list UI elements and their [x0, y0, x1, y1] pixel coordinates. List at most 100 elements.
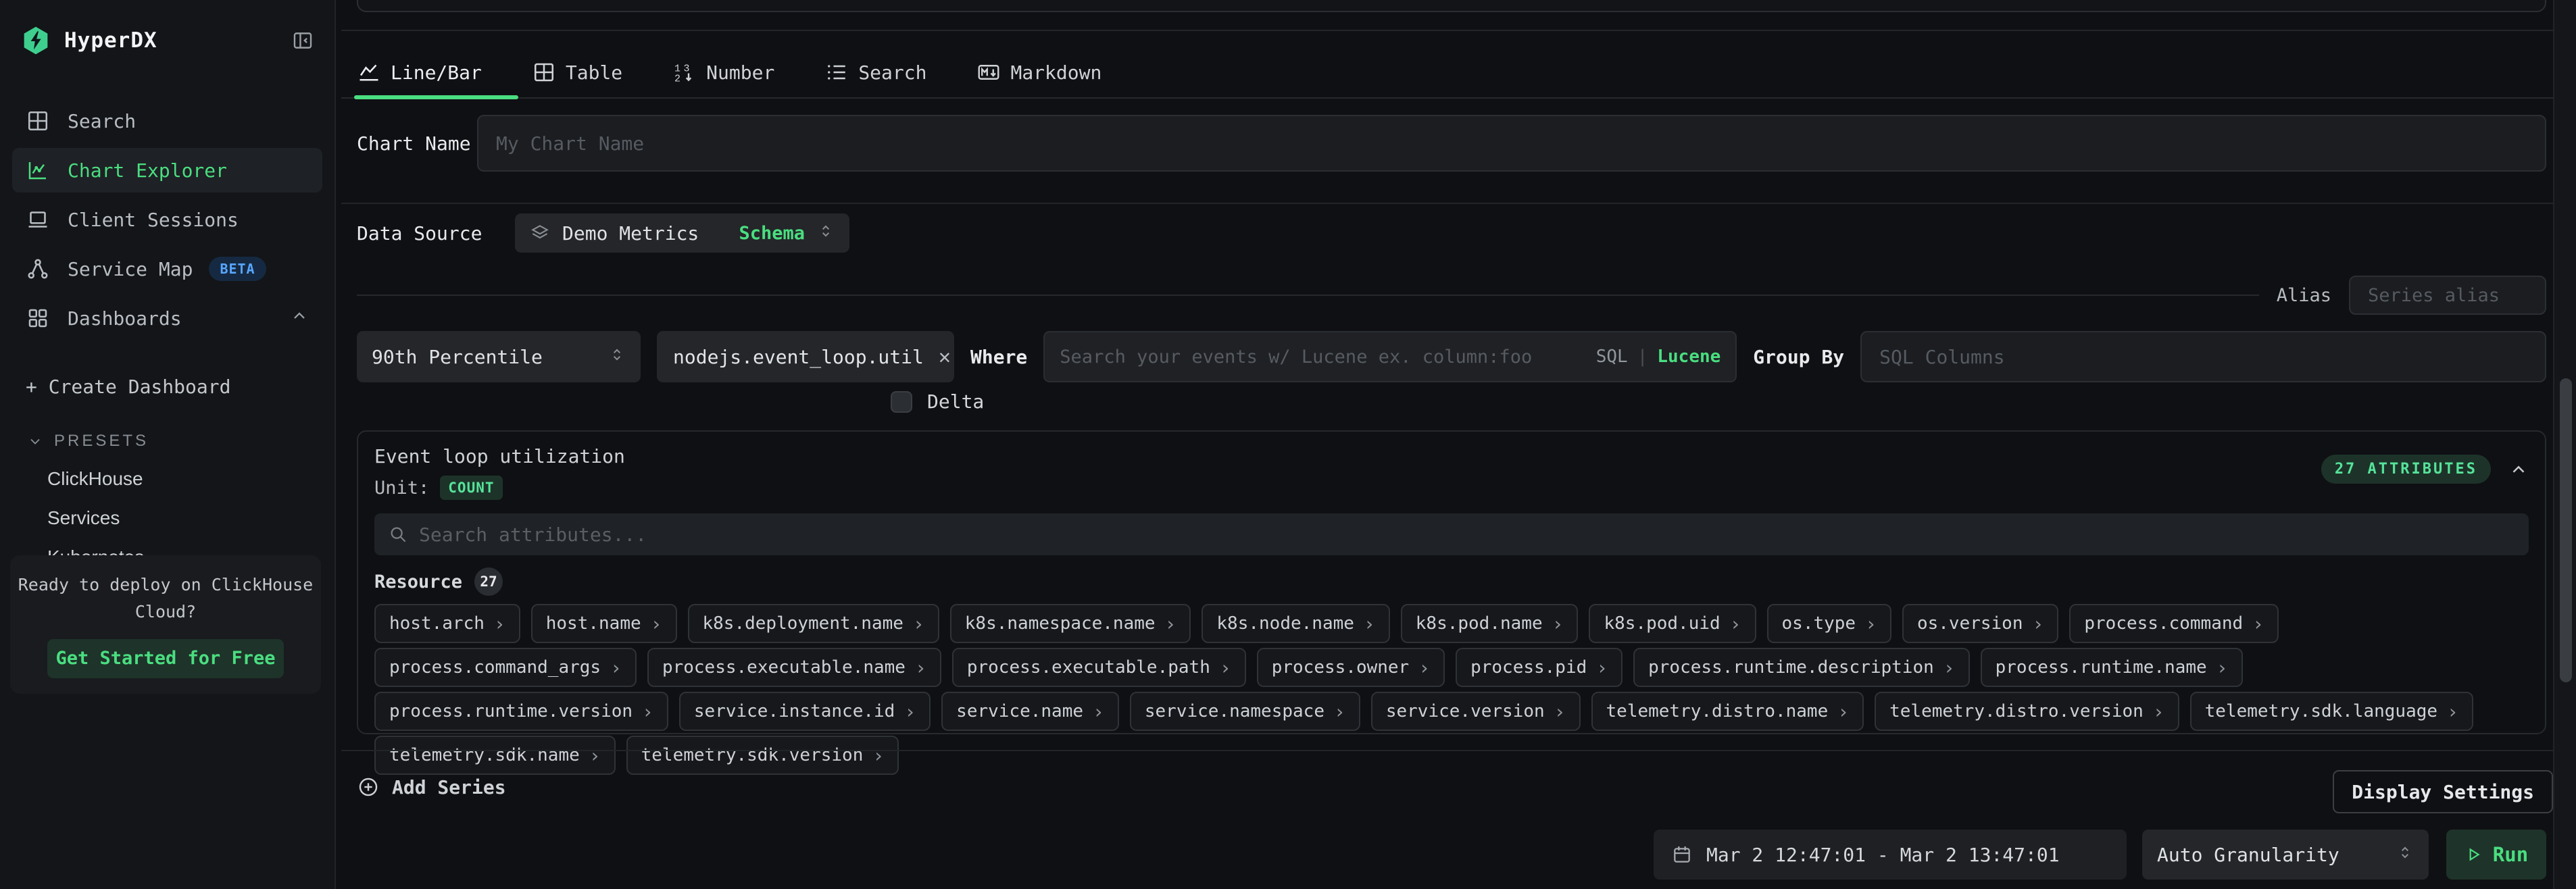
attribute-chip-label: telemetry.sdk.name: [389, 745, 580, 765]
attribute-chip-label: k8s.namespace.name: [965, 613, 1156, 634]
attribute-chip[interactable]: service.namespace ›: [1130, 692, 1360, 731]
close-icon[interactable]: ✕: [939, 345, 951, 369]
attribute-search-input[interactable]: [419, 524, 2515, 546]
add-series-button[interactable]: Add Series: [357, 776, 506, 798]
attribute-chip-label: telemetry.distro.version: [1889, 701, 2144, 721]
chevron-right-icon: ›: [610, 657, 622, 679]
attribute-chip[interactable]: process.owner ›: [1257, 648, 1445, 687]
attribute-chip[interactable]: os.type ›: [1767, 604, 1891, 643]
schema-link[interactable]: Schema: [739, 223, 805, 244]
chevron-right-icon: ›: [913, 613, 924, 635]
sidebar-item-dashboards[interactable]: Dashboards: [12, 296, 322, 340]
preset-clickhouse[interactable]: ClickHouse: [47, 468, 335, 490]
line-chart-icon: [357, 60, 381, 84]
data-source-select[interactable]: Demo Metrics Schema: [515, 213, 849, 253]
attribute-chip[interactable]: telemetry.sdk.version ›: [626, 736, 899, 775]
toggle-divider: |: [1637, 347, 1648, 367]
attribute-chip[interactable]: service.name ›: [941, 692, 1119, 731]
attribute-chip[interactable]: k8s.pod.uid ›: [1589, 604, 1756, 643]
chevron-right-icon: ›: [1554, 701, 1566, 723]
delta-checkbox[interactable]: [891, 391, 912, 413]
sidebar-item-service-map[interactable]: Service Map BETA: [12, 247, 322, 291]
attribute-chip[interactable]: process.pid ›: [1456, 648, 1623, 687]
chart-name-row: Chart Name: [357, 115, 2546, 172]
attribute-chip[interactable]: process.executable.name ›: [647, 648, 941, 687]
attribute-chip-label: k8s.node.name: [1216, 613, 1354, 634]
attribute-chip[interactable]: k8s.node.name ›: [1202, 604, 1389, 643]
attributes-panel: Event loop utilization Unit: COUNT 27 AT…: [357, 430, 2546, 734]
chevron-up-icon[interactable]: [2508, 459, 2529, 480]
where-search-input[interactable]: [1060, 332, 1595, 381]
run-button[interactable]: Run: [2446, 830, 2546, 880]
granularity-select[interactable]: Auto Granularity: [2142, 830, 2429, 880]
display-settings-button[interactable]: Display Settings: [2333, 770, 2553, 813]
group-by-input[interactable]: [1860, 331, 2546, 382]
get-started-button[interactable]: Get Started for Free: [47, 639, 284, 678]
time-range-input[interactable]: Mar 2 12:47:01 - Mar 2 13:47:01: [1654, 830, 2127, 880]
attributes-panel-header: Event loop utilization Unit: COUNT 27 AT…: [374, 445, 2529, 500]
attribute-chip[interactable]: host.arch ›: [374, 604, 520, 643]
attribute-chip[interactable]: telemetry.distro.name ›: [1591, 692, 1864, 731]
chart-name-label: Chart Name: [357, 132, 477, 155]
attribute-chip-label: process.executable.path: [967, 657, 1210, 678]
sidebar-item-client-sessions[interactable]: Client Sessions: [12, 197, 322, 242]
sidebar-item-label: Chart Explorer: [68, 159, 227, 182]
footer-row: Mar 2 12:47:01 - Mar 2 13:47:01 Auto Gra…: [336, 830, 2546, 880]
attribute-chip[interactable]: os.version ›: [1902, 604, 2058, 643]
unit-row: Unit: COUNT: [374, 476, 625, 500]
attribute-chip[interactable]: process.runtime.description ›: [1633, 648, 1970, 687]
tab-search[interactable]: Search: [824, 60, 926, 84]
chevron-down-icon: [27, 433, 43, 449]
aggregation-select[interactable]: 90th Percentile: [357, 331, 641, 382]
metric-chip[interactable]: nodejs.event_loop.util ✕: [657, 331, 954, 382]
scrollbar-thumb[interactable]: [2560, 378, 2572, 682]
attribute-chip[interactable]: process.command ›: [2069, 604, 2279, 643]
attribute-chip-label: process.runtime.version: [389, 701, 633, 721]
lucene-mode-option[interactable]: Lucene: [1657, 347, 1720, 367]
brand-row: HyperDX: [0, 0, 335, 55]
data-source-row: Data Source Demo Metrics Schema: [357, 213, 2546, 253]
attribute-chip[interactable]: k8s.pod.name ›: [1401, 604, 1579, 643]
tab-label: Table: [566, 61, 622, 84]
sidebar-item-search[interactable]: Search: [12, 99, 322, 143]
chevron-right-icon: ›: [1418, 657, 1430, 679]
dashboards-icon: [26, 306, 50, 330]
sidebar-item-label: Client Sessions: [68, 209, 239, 231]
sidebar-collapse-icon[interactable]: [291, 29, 314, 52]
attribute-chip[interactable]: telemetry.sdk.name ›: [374, 736, 616, 775]
attribute-chip-label: host.name: [546, 613, 641, 634]
chart-name-input[interactable]: [477, 115, 2546, 172]
attribute-chip[interactable]: process.runtime.version ›: [374, 692, 668, 731]
presets-toggle[interactable]: PRESETS: [27, 432, 335, 451]
tab-table[interactable]: Table: [532, 60, 622, 84]
attribute-chip[interactable]: k8s.deployment.name ›: [688, 604, 939, 643]
sql-mode-option[interactable]: SQL: [1596, 347, 1628, 367]
attribute-chip[interactable]: process.command_args ›: [374, 648, 637, 687]
chevron-right-icon: ›: [1334, 701, 1345, 723]
layers-icon: [530, 223, 550, 243]
chevron-right-icon: ›: [494, 613, 505, 635]
tab-number[interactable]: 1 2 3 Number: [672, 60, 774, 84]
attribute-chip[interactable]: host.name ›: [531, 604, 677, 643]
metric-description: Event loop utilization: [374, 445, 625, 467]
tab-line-bar[interactable]: Line/Bar: [357, 60, 482, 84]
attribute-chip-label: service.version: [1386, 701, 1545, 721]
preset-services[interactable]: Services: [47, 507, 335, 529]
attribute-chip[interactable]: process.executable.path ›: [952, 648, 1246, 687]
group-by-label: Group By: [1753, 346, 1844, 368]
beta-badge: BETA: [209, 257, 266, 281]
svg-text:2: 2: [674, 74, 680, 85]
tab-markdown[interactable]: Markdown: [976, 60, 1101, 84]
sidebar-item-chart-explorer[interactable]: Chart Explorer: [12, 148, 322, 193]
scrollbar-track[interactable]: [2553, 0, 2576, 889]
attribute-chip[interactable]: k8s.namespace.name ›: [950, 604, 1191, 643]
series-alias-input[interactable]: [2349, 276, 2546, 315]
attribute-chip[interactable]: process.runtime.name ›: [1981, 648, 2243, 687]
attribute-chip[interactable]: telemetry.sdk.language ›: [2190, 692, 2473, 731]
attribute-chip[interactable]: service.instance.id ›: [679, 692, 931, 731]
attribute-chip[interactable]: telemetry.distro.version ›: [1875, 692, 2179, 731]
create-dashboard-button[interactable]: + Create Dashboard: [26, 376, 335, 398]
panel-header-right: 27 ATTRIBUTES: [2321, 455, 2529, 484]
attribute-chip[interactable]: service.version ›: [1371, 692, 1581, 731]
sidebar-nav: Search Chart Explorer Client Sessions: [0, 99, 335, 340]
